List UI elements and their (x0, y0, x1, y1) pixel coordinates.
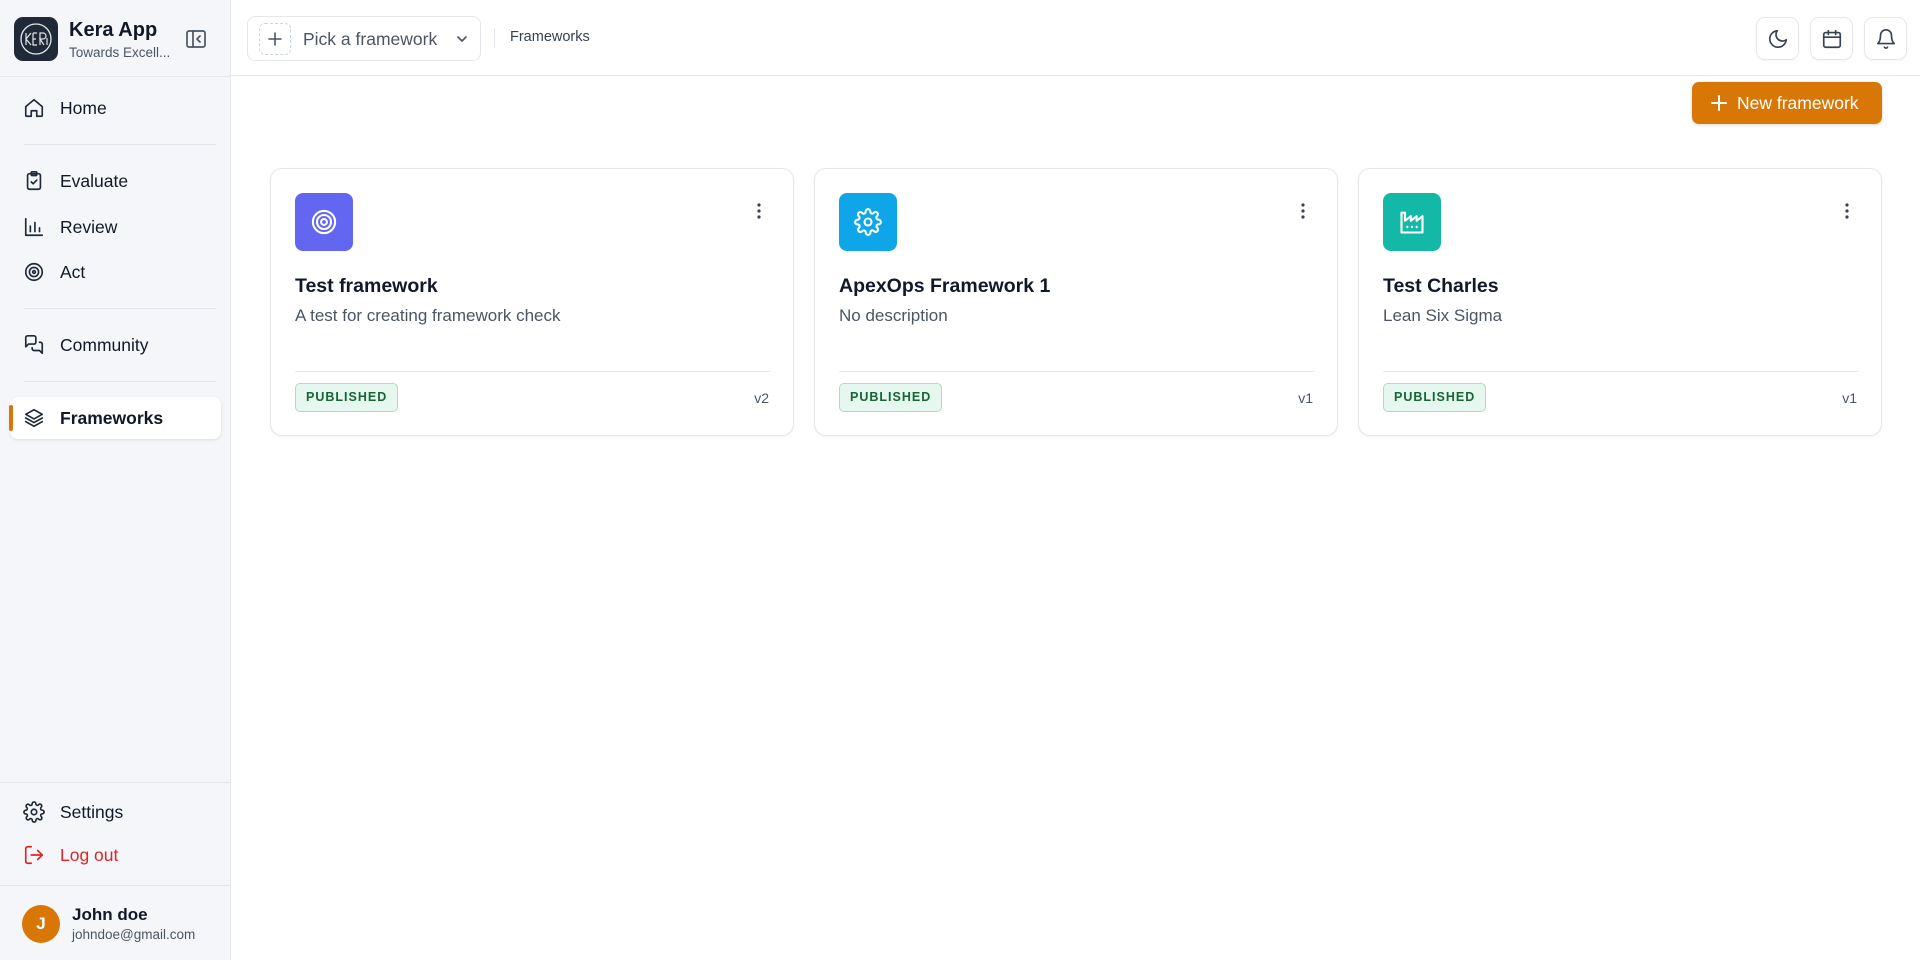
framework-picker[interactable]: Pick a framework (247, 16, 481, 61)
sidebar-item-label: Evaluate (60, 171, 129, 191)
target-icon (24, 262, 44, 282)
logout-icon (24, 845, 44, 865)
target-icon (295, 193, 353, 251)
breadcrumb[interactable]: Frameworks (510, 29, 590, 45)
sidebar-item-act[interactable]: Act (10, 251, 221, 293)
avatar: J (22, 905, 60, 943)
card-divider (839, 371, 1314, 372)
status-badge: PUBLISHED (1383, 383, 1487, 412)
sidebar: Kera App Towards Excell... Home Evaluate… (0, 0, 231, 960)
breadcrumb-separator (494, 28, 495, 48)
sidebar-divider (0, 885, 231, 886)
card-title: Test Charles (1383, 275, 1499, 297)
nav-divider (24, 308, 216, 309)
sidebar-item-label: Log out (60, 845, 119, 865)
sidebar-item-community[interactable]: Community (10, 324, 221, 366)
card-divider (295, 371, 770, 372)
more-vertical-icon[interactable] (747, 199, 771, 223)
notifications-button[interactable] (1864, 17, 1907, 60)
app-title: Kera App (69, 19, 158, 41)
topbar: Pick a framework Frameworks (231, 0, 1920, 76)
gear-icon (23, 801, 45, 823)
chat-icon (24, 335, 44, 355)
sidebar-item-label: Community (60, 335, 149, 355)
nav-divider (24, 381, 216, 382)
home-icon (24, 98, 44, 118)
status-badge: PUBLISHED (839, 383, 943, 412)
sidebar-divider (0, 76, 231, 77)
calendar-button[interactable] (1810, 17, 1853, 60)
moon-icon (1768, 29, 1788, 49)
sidebar-item-label: Review (60, 217, 118, 237)
sidebar-item-label: Frameworks (60, 408, 164, 428)
new-framework-label: New framework (1737, 93, 1859, 113)
sidebar-item-settings[interactable]: Settings (10, 791, 221, 833)
collapse-sidebar-icon[interactable] (184, 27, 208, 51)
card-description: No description (839, 306, 948, 325)
card-title: Test framework (295, 275, 438, 297)
framework-card[interactable]: Test framework A test for creating frame… (270, 168, 794, 436)
sidebar-item-home[interactable]: Home (10, 87, 221, 129)
sidebar-item-label: Settings (60, 802, 124, 822)
sidebar-item-review[interactable]: Review (10, 206, 221, 248)
layers-icon (24, 408, 44, 428)
bell-icon (1876, 29, 1896, 49)
framework-picker-placeholder: Pick a framework (303, 29, 438, 49)
framework-card[interactable]: Test Charles Lean Six Sigma PUBLISHED v1 (1358, 168, 1882, 436)
version-label: v1 (1842, 390, 1857, 406)
card-description: A test for creating framework check (295, 306, 561, 325)
sidebar-item-label: Act (60, 262, 86, 282)
sidebar-item-label: Home (60, 98, 107, 118)
user-name: John doe (72, 905, 148, 924)
version-label: v2 (754, 390, 769, 406)
card-description: Lean Six Sigma (1383, 306, 1503, 325)
nav-divider (24, 144, 216, 145)
user-profile[interactable]: J John doe johndoe@gmail.com (22, 905, 222, 947)
sidebar-divider (0, 782, 231, 783)
more-vertical-icon[interactable] (1835, 199, 1859, 223)
clipboard-check-icon (26, 171, 42, 191)
more-vertical-icon[interactable] (1291, 199, 1315, 223)
active-indicator (9, 405, 13, 431)
status-badge: PUBLISHED (295, 383, 399, 412)
card-title: ApexOps Framework 1 (839, 275, 1051, 297)
calendar-icon (1822, 29, 1842, 49)
app-subtitle: Towards Excell... (69, 45, 171, 60)
card-divider (1383, 371, 1858, 372)
new-framework-button[interactable]: New framework (1692, 82, 1882, 124)
kera-logo-icon (14, 17, 58, 61)
gear-icon (839, 193, 897, 251)
user-email: johndoe@gmail.com (72, 927, 196, 942)
sidebar-item-frameworks[interactable]: Frameworks (9, 397, 221, 439)
logout-button[interactable]: Log out (10, 834, 221, 876)
plus-icon (1711, 95, 1727, 111)
plus-icon (259, 23, 291, 55)
sidebar-item-evaluate[interactable]: Evaluate (10, 160, 221, 202)
framework-card[interactable]: ApexOps Framework 1 No description PUBLI… (814, 168, 1338, 436)
version-label: v1 (1298, 390, 1313, 406)
chevron-down-icon (457, 36, 467, 42)
factory-icon (1383, 193, 1441, 251)
bar-chart-icon (24, 217, 44, 237)
theme-toggle-button[interactable] (1756, 17, 1799, 60)
